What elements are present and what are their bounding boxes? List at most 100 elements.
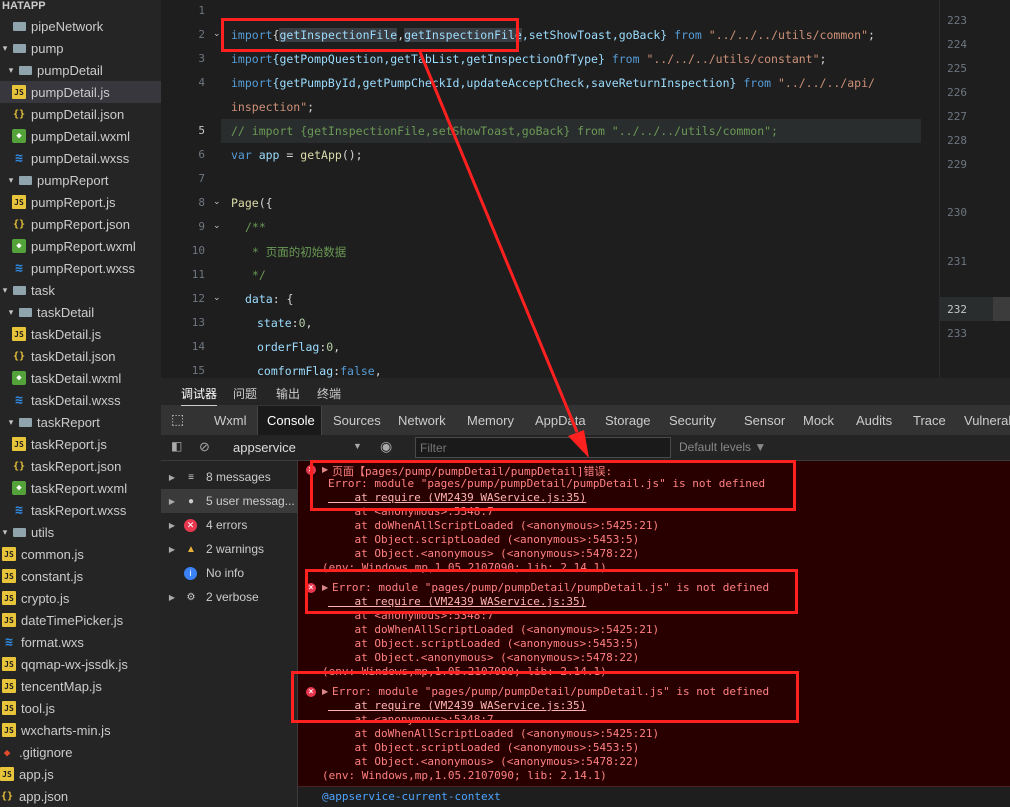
explorer-item[interactable]: JS constant.js — [0, 565, 161, 587]
json-file-icon: {} — [0, 790, 14, 802]
expand-arrow-icon[interactable]: ▶ — [322, 687, 328, 696]
js-file-icon: JS — [12, 85, 26, 99]
js-file-icon: JS — [2, 701, 16, 715]
sidebar-toggle-icon[interactable]: ◧ — [171, 439, 182, 453]
fold-chevron-icon[interactable]: ⌄ — [213, 196, 221, 207]
explorer-item[interactable]: ≋ pumpDetail.wxss — [0, 147, 161, 169]
scrollbar-thumb[interactable] — [993, 297, 1010, 321]
explorer-item[interactable]: {} taskDetail.json — [0, 345, 161, 367]
explorer-item[interactable]: ▾ pumpDetail — [0, 59, 161, 81]
explorer-item[interactable]: ≋ taskReport.wxss — [0, 499, 161, 521]
console-filter-info[interactable]: i No info — [161, 561, 298, 585]
explorer-item[interactable]: ◆ taskDetail.wxml — [0, 367, 161, 389]
context-dropdown-icon[interactable]: ▼ — [353, 441, 362, 451]
chevron-down-icon[interactable]: ▾ — [6, 417, 16, 428]
expand-arrow-icon[interactable]: ▶ — [322, 583, 328, 592]
explorer-item[interactable]: JS dateTimePicker.js — [0, 609, 161, 631]
stack-trace-link[interactable]: at require (VM2439 WAService.js:35) — [328, 491, 586, 504]
tab-output[interactable]: 输出 — [276, 385, 300, 402]
explorer-item[interactable]: ▾ taskDetail — [0, 301, 161, 323]
chevron-down-icon[interactable]: ▾ — [0, 285, 10, 296]
explorer-item[interactable]: ≋ format.wxs — [0, 631, 161, 653]
explorer-item[interactable]: JS crypto.js — [0, 587, 161, 609]
chevron-down-icon[interactable]: ▾ — [6, 175, 16, 186]
explorer-item[interactable]: ◆ taskReport.wxml — [0, 477, 161, 499]
chevron-down-icon[interactable]: ▾ — [6, 65, 16, 76]
explorer-item[interactable]: {} taskReport.json — [0, 455, 161, 477]
explorer-item[interactable]: ▾ utils — [0, 521, 161, 543]
explorer-item-label: taskDetail — [37, 304, 95, 320]
explorer-item[interactable]: JS taskDetail.js — [0, 323, 161, 345]
inspect-element-icon[interactable]: ⬚ — [171, 411, 184, 428]
json-file-icon: {} — [12, 218, 26, 230]
explorer-item[interactable]: ▾ pump — [0, 37, 161, 59]
explorer-item[interactable]: JS app.js — [0, 763, 161, 785]
fold-chevron-icon[interactable]: ⌄ — [213, 292, 221, 303]
tab-debugger[interactable]: 调试器 — [181, 385, 218, 407]
stack-trace-link[interactable]: at require (VM2439 WAService.js:35) — [328, 699, 586, 712]
explorer-item[interactable]: JS qqmap-wx-jssdk.js — [0, 653, 161, 675]
explorer-item[interactable]: JS taskReport.js — [0, 433, 161, 455]
tab-wxml[interactable]: Wxml — [214, 413, 247, 428]
line-number: 224 — [947, 38, 967, 51]
explorer-item[interactable]: {} app.json — [0, 785, 161, 807]
explorer-item[interactable]: pipeNetwork — [0, 15, 161, 37]
explorer-item[interactable]: {} pumpDetail.json — [0, 103, 161, 125]
chevron-down-icon[interactable]: ▾ — [0, 43, 10, 54]
explorer-item[interactable]: JS pumpDetail.js — [0, 81, 161, 103]
expand-arrow-icon[interactable]: ▶ — [161, 473, 183, 482]
wxss-file-icon: ≋ — [5, 634, 13, 650]
fold-chevron-icon[interactable]: ⌄ — [213, 220, 221, 231]
explorer-item[interactable]: JS wxcharts-min.js — [0, 719, 161, 741]
expand-arrow-icon[interactable]: ▶ — [161, 521, 183, 530]
chevron-down-icon[interactable]: ▾ — [0, 527, 10, 538]
explorer-item[interactable]: ◆ pumpReport.wxml — [0, 235, 161, 257]
explorer-item-label: pumpReport.wxss — [31, 260, 136, 276]
json-file-icon: {} — [12, 460, 26, 472]
explorer-item-label: wxcharts-min.js — [21, 722, 111, 738]
explorer-item-label: .gitignore — [19, 744, 73, 760]
chevron-down-icon[interactable]: ▾ — [6, 307, 16, 318]
console-filter-list[interactable]: ▶ ≡ 8 messages — [161, 465, 298, 489]
explorer-item[interactable]: JS tencentMap.js — [0, 675, 161, 697]
explorer-item[interactable]: JS common.js — [0, 543, 161, 565]
expand-arrow-icon[interactable]: ▶ — [161, 545, 183, 554]
context-select[interactable]: appservice — [233, 440, 296, 455]
context-label[interactable]: @appservice-current-context — [322, 790, 501, 803]
explorer-item[interactable]: ≋ taskDetail.wxss — [0, 389, 161, 411]
explorer-item[interactable]: {} pumpReport.json — [0, 213, 161, 235]
explorer-item-label: pipeNetwork — [31, 18, 104, 34]
clear-console-icon[interactable]: ⊘ — [199, 439, 210, 455]
code-line-10: * 页面的初始数据 — [245, 245, 347, 259]
console-filter-label: 2 verbose — [206, 590, 259, 604]
explorer-item[interactable]: ▾ task — [0, 279, 161, 301]
line-number: 7 — [198, 172, 205, 185]
expand-arrow-icon[interactable]: ▶ — [161, 593, 183, 602]
expand-arrow-icon[interactable]: ▶ — [161, 497, 183, 506]
eye-icon[interactable]: ◉ — [380, 438, 392, 455]
explorer-item[interactable]: ▾ taskReport — [0, 411, 161, 433]
console-line: (env: Windows,mp,1.05.2107090; lib: 2.14… — [322, 769, 607, 782]
code-editor[interactable]: 1 2 3 4 5 6 7 8 9 10 11 12 13 14 15 ⌄ ⌄ … — [161, 0, 1010, 378]
explorer-item[interactable]: ≋ pumpReport.wxss — [0, 257, 161, 279]
fold-chevron-icon[interactable]: ⌄ — [213, 28, 221, 39]
line-number: 226 — [947, 86, 967, 99]
console-filter-error[interactable]: ▶ ✕ 4 errors — [161, 513, 298, 537]
tab-terminal[interactable]: 终端 — [317, 385, 341, 402]
console-filter-warning[interactable]: ▶ ▲ 2 warnings — [161, 537, 298, 561]
explorer-item[interactable]: JS pumpReport.js — [0, 191, 161, 213]
expand-arrow-icon[interactable]: ▶ — [322, 465, 328, 474]
console-line: at doWhenAllScriptLoaded (<anonymous>:54… — [328, 623, 660, 636]
console-filter-user[interactable]: ▶ ● 5 user messag... — [161, 489, 298, 513]
user-icon: ● — [187, 495, 195, 507]
console-filter-verbose[interactable]: ▶ ⚙ 2 verbose — [161, 585, 298, 609]
log-levels-select[interactable]: Default levels ▼ — [679, 440, 766, 454]
stack-trace-link[interactable]: at require (VM2439 WAService.js:35) — [328, 595, 586, 608]
explorer-item[interactable]: ▾ pumpReport — [0, 169, 161, 191]
explorer-item[interactable]: ◆ .gitignore — [0, 741, 161, 763]
explorer-item[interactable]: JS tool.js — [0, 697, 161, 719]
filter-input[interactable] — [415, 437, 671, 458]
tab-problems[interactable]: 问题 — [233, 385, 257, 402]
tab-console[interactable]: Console — [257, 406, 322, 435]
explorer-item[interactable]: ◆ pumpDetail.wxml — [0, 125, 161, 147]
